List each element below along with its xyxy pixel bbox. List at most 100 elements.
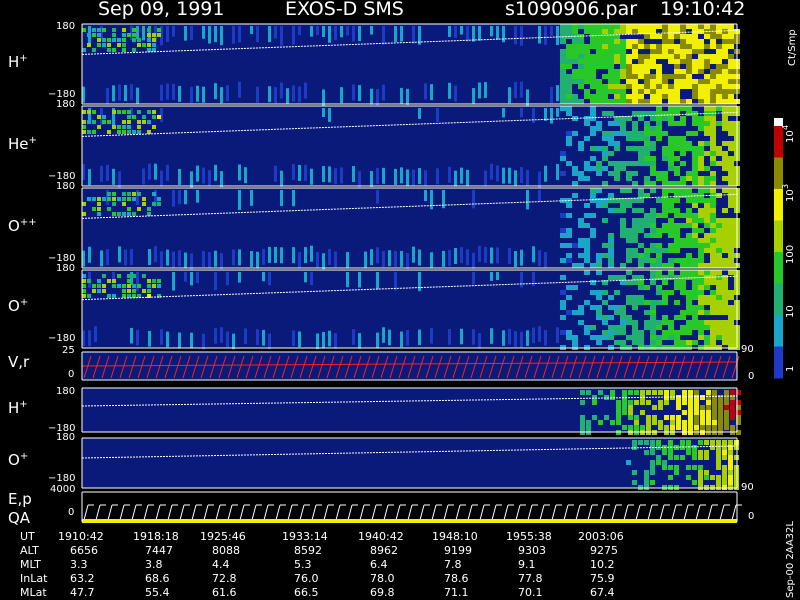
- heatmap-cell: [178, 168, 181, 185]
- heatmap-cell: [616, 405, 621, 410]
- heatmap-cell: [376, 167, 379, 184]
- heatmap-cell: [698, 228, 704, 233]
- heatmap-cell: [710, 79, 716, 84]
- heatmap-cell: [560, 29, 566, 34]
- heatmap-cell: [674, 223, 680, 228]
- heatmap-cell: [614, 305, 620, 310]
- heatmap-cell: [147, 120, 151, 124]
- heatmap-cell: [608, 248, 614, 253]
- heatmap-cell: [638, 44, 644, 49]
- heatmap-cell: [626, 94, 632, 99]
- heatmap-cell: [674, 94, 680, 99]
- heatmap-cell: [106, 249, 109, 266]
- heatmap-cell: [680, 285, 686, 290]
- heatmap-cell: [280, 190, 283, 207]
- heatmap-cell: [608, 111, 614, 116]
- heatmap-cell: [704, 54, 710, 59]
- heatmap-cell: [436, 108, 439, 122]
- heatmap-cell: [674, 280, 680, 285]
- heatmap-cell: [698, 310, 704, 315]
- heatmap-cell: [130, 272, 133, 286]
- heatmap-cell: [710, 146, 716, 151]
- heatmap-cell: [478, 245, 481, 262]
- heatmap-cell: [722, 330, 728, 335]
- heatmap-cell: [710, 59, 716, 64]
- heatmap-cell: [626, 74, 632, 79]
- heatmap-cell: [644, 218, 650, 223]
- heatmap-cell: [722, 258, 728, 263]
- heatmap-cell: [454, 26, 457, 38]
- heatmap-cell: [668, 275, 674, 280]
- heatmap-cell: [674, 335, 680, 340]
- heatmap-cell: [112, 294, 116, 298]
- heatmap-cell: [704, 280, 710, 285]
- heatmap-cell: [602, 84, 608, 89]
- heatmap-cell: [728, 480, 733, 485]
- heatmap-cell: [704, 475, 709, 480]
- heatmap-cell: [620, 121, 626, 126]
- heatmap-cell: [632, 89, 638, 94]
- heatmap-cell: [694, 420, 699, 425]
- heatmap-cell: [614, 290, 620, 295]
- heatmap-cell: [652, 420, 657, 425]
- heatmap-cell: [626, 84, 632, 89]
- heatmap-cell: [638, 223, 644, 228]
- heatmap-cell: [644, 258, 650, 263]
- heatmap-cell: [728, 335, 734, 340]
- heatmap-cell: [280, 247, 283, 264]
- heatmap-cell: [680, 99, 686, 104]
- heatmap-cell: [214, 83, 217, 100]
- heatmap-cell: [382, 251, 385, 268]
- heatmap-cell: [602, 89, 608, 94]
- heatmap-cell: [638, 193, 644, 198]
- heatmap-cell: [590, 69, 596, 74]
- heatmap-cell: [632, 29, 638, 34]
- heatmap-cell: [686, 213, 692, 218]
- heatmap-cell: [232, 26, 235, 44]
- heatmap-cell: [638, 208, 644, 213]
- heatmap-cell: [590, 213, 596, 218]
- heatmap-cell: [608, 79, 614, 84]
- heatmap-cell: [694, 395, 699, 400]
- heatmap-cell: [82, 48, 86, 52]
- heatmap-cell: [460, 328, 463, 345]
- heatmap-cell: [656, 228, 662, 233]
- heatmap-cell: [686, 39, 692, 44]
- heatmap-cell: [662, 263, 668, 268]
- heatmap-cell: [132, 197, 136, 201]
- heatmap-cell: [728, 59, 734, 64]
- heatmap-cell: [632, 335, 638, 340]
- heatmap-cell: [166, 164, 169, 181]
- heatmap-cell: [694, 390, 699, 395]
- heatmap-cell: [566, 29, 572, 34]
- heatmap-cell: [716, 310, 722, 315]
- heatmap-cell: [716, 121, 722, 126]
- heatmap-cell: [122, 284, 126, 288]
- heatmap-cell: [722, 106, 728, 111]
- heatmap-cell: [622, 410, 627, 415]
- heatmap-cell: [716, 275, 722, 280]
- heatmap-cell: [656, 44, 662, 49]
- heatmap-cell: [728, 253, 734, 258]
- heatmap-cell: [644, 325, 650, 330]
- heatmap-cell: [716, 49, 722, 54]
- heatmap-cell: [578, 54, 584, 59]
- heatmap-cell: [692, 263, 698, 268]
- heatmap-cell: [668, 325, 674, 330]
- heatmap-cell: [556, 108, 559, 117]
- heatmap-cell: [692, 285, 698, 290]
- colorbar-unit: Ct/Smp: [787, 29, 798, 66]
- heatmap-cell: [674, 99, 680, 104]
- heatmap-cell: [692, 176, 698, 181]
- heatmap-cell: [668, 465, 673, 470]
- heatmap-cell: [602, 146, 608, 151]
- panel-label-h-plus-1: H+: [8, 53, 28, 71]
- heatmap-cell: [638, 59, 644, 64]
- heatmap-cell: [376, 89, 379, 106]
- heatmap-cell: [668, 188, 674, 193]
- heatmap-cell: [614, 84, 620, 89]
- ephemeris-cell: 1948:10: [432, 530, 478, 543]
- heatmap-cell: [256, 86, 259, 103]
- heatmap-cell: [692, 44, 698, 49]
- heatmap-cell: [674, 228, 680, 233]
